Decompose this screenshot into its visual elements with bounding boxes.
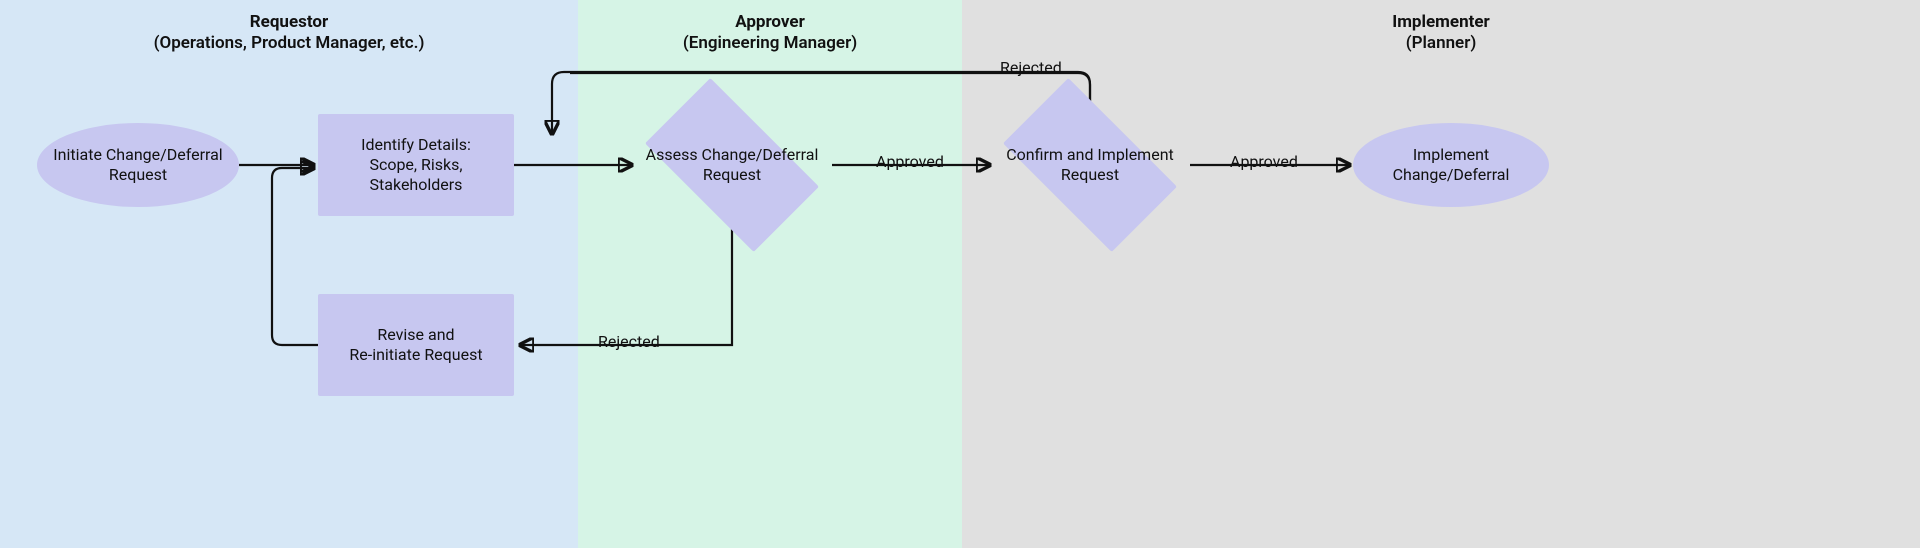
edge-label-approved-2: Approved bbox=[1230, 152, 1298, 171]
node-implement-change: ImplementChange/Deferral bbox=[1353, 123, 1549, 207]
lane-header-implementer: Implementer (Planner) bbox=[962, 12, 1920, 55]
lane-header-approver: Approver (Engineering Manager) bbox=[578, 12, 962, 55]
node-implement-change-label: ImplementChange/Deferral bbox=[1393, 145, 1510, 185]
node-revise-reinitiate: Revise andRe-initiate Request bbox=[318, 294, 514, 396]
lane-requestor-role: Requestor bbox=[0, 12, 578, 33]
swimlane-flowchart: Requestor (Operations, Product Manager, … bbox=[0, 0, 1920, 548]
node-initiate-request: Initiate Change/DeferralRequest bbox=[37, 123, 239, 207]
lane-requestor-subtitle: (Operations, Product Manager, etc.) bbox=[0, 33, 578, 54]
node-revise-reinitiate-label: Revise andRe-initiate Request bbox=[349, 325, 482, 365]
edge-label-rejected-2: Rejected bbox=[1000, 58, 1062, 77]
node-initiate-request-label: Initiate Change/DeferralRequest bbox=[53, 145, 222, 185]
node-identify-details-label: Identify Details:Scope, Risks, Stakehold… bbox=[332, 135, 500, 195]
lane-implementer-role: Implementer bbox=[962, 12, 1920, 33]
node-confirm-implement-label: Confirm and ImplementRequest bbox=[1006, 145, 1174, 185]
lane-implementer-subtitle: (Planner) bbox=[962, 33, 1920, 54]
node-assess-request: Assess Change/DeferralRequest bbox=[632, 105, 832, 225]
lane-approver-subtitle: (Engineering Manager) bbox=[578, 33, 962, 54]
lane-implementer: Implementer (Planner) bbox=[962, 0, 1920, 548]
node-identify-details: Identify Details:Scope, Risks, Stakehold… bbox=[318, 114, 514, 216]
lane-requestor: Requestor (Operations, Product Manager, … bbox=[0, 0, 578, 548]
lane-approver: Approver (Engineering Manager) bbox=[578, 0, 962, 548]
lane-header-requestor: Requestor (Operations, Product Manager, … bbox=[0, 12, 578, 55]
node-assess-request-label: Assess Change/DeferralRequest bbox=[646, 145, 819, 185]
lane-approver-role: Approver bbox=[578, 12, 962, 33]
node-confirm-implement: Confirm and ImplementRequest bbox=[990, 105, 1190, 225]
edge-label-rejected-1: Rejected bbox=[598, 332, 660, 351]
edge-label-approved-1: Approved bbox=[876, 152, 944, 171]
